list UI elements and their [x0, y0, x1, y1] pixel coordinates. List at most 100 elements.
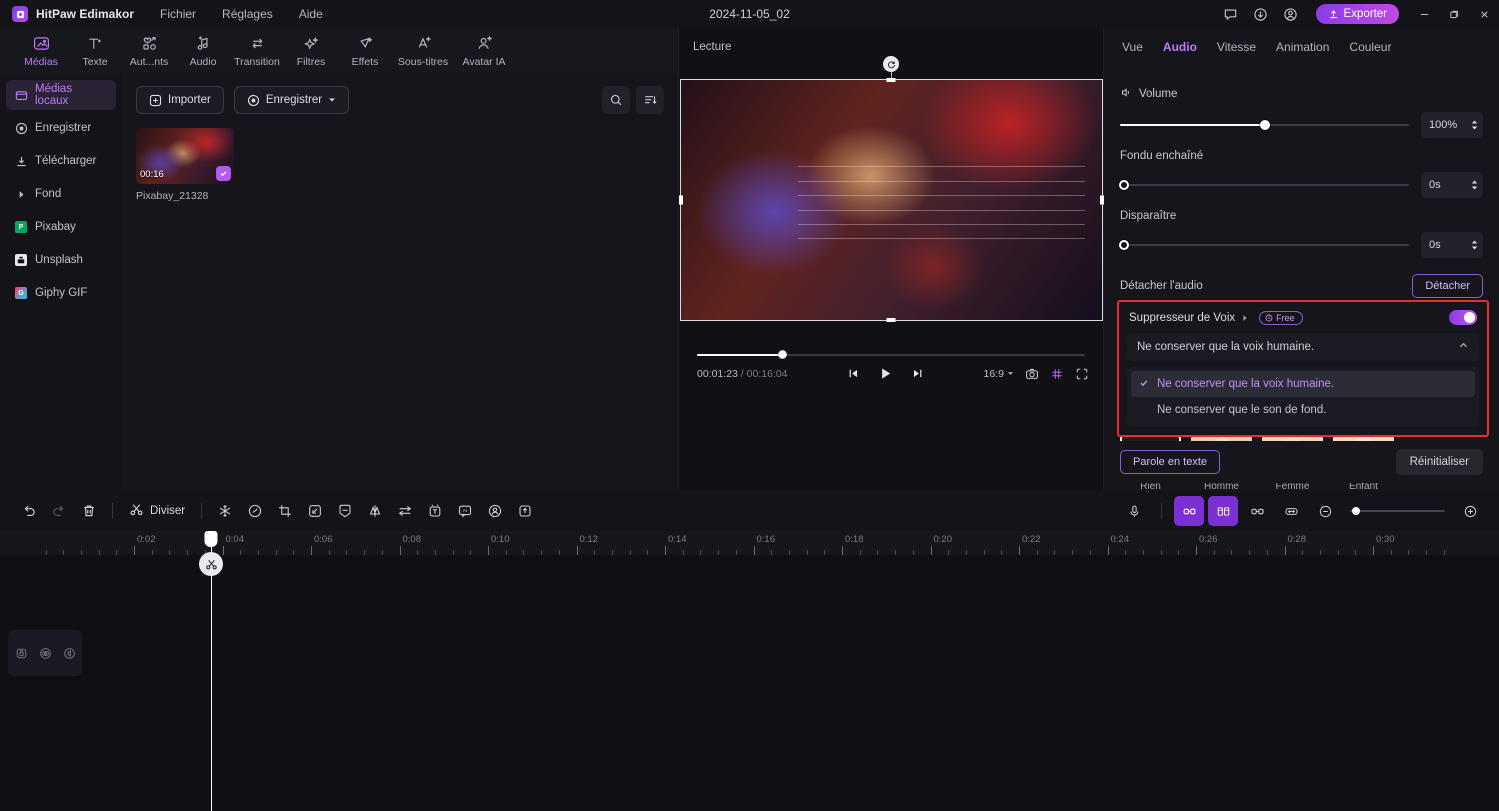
snapshot-icon[interactable] [1025, 367, 1039, 381]
search-icon[interactable] [602, 86, 630, 114]
tab-audio[interactable]: Audio [176, 34, 230, 68]
media-thumbnail[interactable]: 00:16 [136, 128, 234, 184]
zoom-out-icon[interactable] [1310, 496, 1340, 526]
tab-sous-titres[interactable]: Sous-titres [392, 34, 454, 68]
window-minimize-button[interactable] [1409, 0, 1439, 28]
detach-button[interactable]: Détacher [1412, 274, 1483, 298]
grid-icon[interactable] [1050, 367, 1064, 381]
voice-remover-select[interactable]: Ne conserver que la voix humaine. [1127, 333, 1479, 361]
export-clip-icon[interactable] [510, 496, 540, 526]
redo-icon[interactable] [44, 496, 74, 526]
fade-out-slider[interactable] [1119, 239, 1409, 251]
unlink-icon[interactable] [1242, 496, 1272, 526]
tab-transition[interactable]: Transition [230, 34, 284, 68]
face-tracking-icon[interactable] [480, 496, 510, 526]
resize-handle-right[interactable] [1099, 195, 1104, 205]
sidebar-item-fond[interactable]: Fond [6, 179, 116, 209]
link-audio-icon[interactable] [1174, 496, 1204, 526]
tab-avatar-ia[interactable]: Avatar IA [454, 34, 514, 68]
mirror-icon[interactable] [360, 496, 390, 526]
volume-value-field[interactable]: 100% [1421, 112, 1483, 138]
tab-animation[interactable]: Animation [1276, 40, 1329, 54]
split-button[interactable]: Diviser [121, 496, 193, 526]
tab-filtres[interactable]: Filtres [284, 34, 338, 68]
play-icon[interactable] [878, 366, 893, 381]
video-frame[interactable] [678, 56, 1104, 322]
freeze-frame-icon[interactable] [210, 496, 240, 526]
fit-timeline-icon[interactable] [1276, 496, 1306, 526]
record-button[interactable]: Enregistrer [233, 86, 350, 114]
resize-handle-bottom[interactable] [886, 318, 896, 322]
track-view-icon[interactable] [1208, 496, 1238, 526]
sidebar-item-medias-locaux[interactable]: Médias locaux [6, 80, 116, 110]
dropdown-option-voix-humaine[interactable]: Ne conserver que la voix humaine. [1131, 371, 1475, 397]
import-button[interactable]: Importer [136, 86, 224, 114]
chevron-right-icon [14, 187, 28, 201]
eye-icon[interactable] [39, 647, 52, 660]
export-button[interactable]: Exporter [1315, 4, 1399, 24]
window-close-button[interactable] [1469, 0, 1499, 28]
sidebar-item-telecharger[interactable]: Télécharger [6, 146, 116, 176]
lock-icon[interactable] [15, 647, 28, 660]
zoom-in-icon[interactable] [1455, 496, 1485, 526]
zoom-slider[interactable] [1350, 505, 1445, 517]
prev-frame-icon[interactable] [847, 367, 860, 380]
fade-in-slider[interactable] [1119, 179, 1409, 191]
tab-texte[interactable]: Texte [68, 34, 122, 68]
tab-vue[interactable]: Vue [1122, 40, 1143, 54]
media-selected-check-icon[interactable] [216, 166, 231, 181]
playhead-split-button[interactable] [199, 552, 223, 576]
tab-couleur[interactable]: Couleur [1349, 40, 1391, 54]
next-frame-icon[interactable] [911, 367, 924, 380]
mask-icon[interactable] [330, 496, 360, 526]
media-item[interactable]: 00:16 Pixabay_21328 [136, 128, 234, 202]
speech-to-text-button[interactable]: Parole en texte [1120, 450, 1220, 474]
microphone-icon[interactable] [1119, 496, 1149, 526]
dropdown-option-son-de-fond[interactable]: Ne conserver que le son de fond. [1131, 397, 1475, 423]
account-icon[interactable] [1276, 0, 1306, 28]
preview-progress-bar[interactable] [697, 350, 1085, 360]
download-icon[interactable] [1246, 0, 1276, 28]
fade-in-value-field[interactable]: 0s [1421, 172, 1483, 198]
compare-icon[interactable] [390, 496, 420, 526]
ai-caption-icon[interactable]: AI [450, 496, 480, 526]
rotate-handle[interactable] [883, 56, 899, 82]
menu-reglages[interactable]: Réglages [222, 7, 273, 21]
reset-button[interactable]: Réinitialiser [1395, 449, 1483, 475]
window-maximize-button[interactable] [1439, 0, 1469, 28]
feedback-icon[interactable] [1216, 0, 1246, 28]
fade-in-stepper[interactable] [1471, 180, 1478, 190]
preview-progress-knob[interactable] [778, 350, 788, 359]
delete-icon[interactable] [74, 496, 104, 526]
text-box-icon[interactable] [420, 496, 450, 526]
crop-icon[interactable] [270, 496, 300, 526]
mute-icon[interactable] [63, 647, 76, 660]
menu-aide[interactable]: Aide [299, 7, 323, 21]
timeline-ruler[interactable]: 0:02 0:04 0:06 0:08 0:10 0:12 0:14 0:16 0:18 0:20… [0, 531, 1499, 555]
menu-fichier[interactable]: Fichier [160, 7, 196, 21]
tab-effets[interactable]: Effets [338, 34, 392, 68]
fade-out-value-field[interactable]: 0s [1421, 232, 1483, 258]
resize-handle-left[interactable] [678, 195, 683, 205]
keyframe-icon[interactable] [300, 496, 330, 526]
chevron-right-icon[interactable] [1241, 314, 1249, 322]
tab-medias[interactable]: Médias [14, 34, 68, 68]
sort-icon[interactable] [636, 86, 664, 114]
fullscreen-icon[interactable] [1075, 367, 1089, 381]
volume-slider[interactable] [1120, 119, 1409, 131]
tab-elements[interactable]: Aut...nts [122, 34, 176, 68]
sidebar-item-giphy-gif[interactable]: G Giphy GIF [6, 278, 116, 308]
volume-stepper[interactable] [1471, 120, 1478, 130]
speed-icon[interactable] [240, 496, 270, 526]
sidebar-item-pixabay[interactable]: P Pixabay [6, 212, 116, 242]
sidebar-item-unsplash[interactable]: Unsplash [6, 245, 116, 275]
tab-audio[interactable]: Audio [1163, 40, 1197, 54]
playhead-handle[interactable] [204, 531, 218, 547]
tab-vitesse[interactable]: Vitesse [1217, 40, 1256, 54]
undo-icon[interactable] [14, 496, 44, 526]
voice-remover-toggle[interactable] [1449, 310, 1477, 325]
aspect-ratio-selector[interactable]: 16:9 [984, 368, 1014, 380]
sidebar-item-enregistrer[interactable]: Enregistrer [6, 113, 116, 143]
fade-out-stepper[interactable] [1471, 240, 1478, 250]
resize-handle-top[interactable] [886, 78, 896, 82]
